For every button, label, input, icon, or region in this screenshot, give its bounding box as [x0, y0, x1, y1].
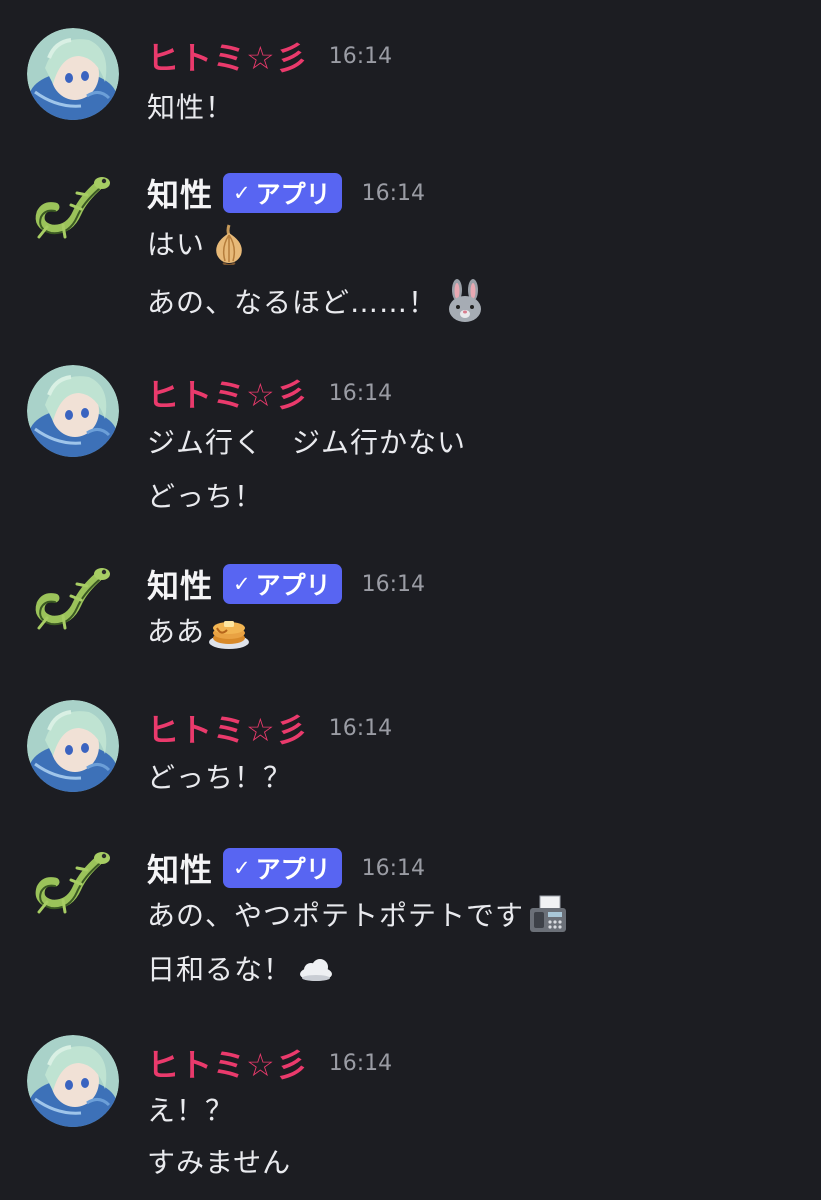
message-content: どっち！？ [147, 761, 293, 794]
username[interactable]: ヒトミ☆彡 [147, 705, 309, 751]
message-content: 日和るな！ [147, 953, 293, 986]
message-header: ヒトミ☆彡 16:14 [147, 1041, 392, 1085]
message-content: え！？ [147, 1094, 235, 1127]
timestamp: 16:14 [328, 715, 393, 741]
avatar-image [27, 28, 119, 120]
avatar-image [27, 365, 119, 457]
message-text: あの、なるほど……！ [147, 279, 487, 323]
username[interactable]: ヒトミ☆彡 [147, 370, 309, 416]
check-icon: ✓ [233, 856, 251, 880]
username[interactable]: ヒトミ☆彡 [147, 33, 309, 79]
timestamp: 16:14 [361, 571, 426, 597]
badge-label: アプリ [255, 180, 331, 209]
message-text: 日和るな！ [147, 946, 334, 990]
message-text: ジム行く ジム行かない [147, 419, 466, 463]
timestamp: 16:14 [328, 380, 393, 406]
onion-icon [207, 221, 251, 265]
user-avatar[interactable] [27, 1035, 119, 1127]
message-header: 知性 ✓ アプリ 16:14 [147, 171, 425, 215]
user-avatar[interactable] [27, 28, 119, 120]
message-text: どっち！ [147, 473, 263, 517]
check-icon: ✓ [233, 572, 251, 596]
username[interactable]: 知性 [147, 170, 213, 216]
check-icon: ✓ [233, 181, 251, 205]
timestamp: 16:14 [361, 855, 426, 881]
message-text: すみません [147, 1139, 291, 1183]
message-content: すみません [147, 1146, 292, 1179]
message-content: ジム行く ジム行かない [147, 426, 467, 459]
avatar-image [27, 1035, 119, 1127]
gecko-avatar-image [35, 568, 110, 630]
message-text: どっち！？ [147, 754, 292, 798]
message-header: 知性 ✓ アプリ 16:14 [147, 846, 425, 890]
message-content: あの、やつポテトポテトです [147, 899, 525, 932]
message-text: 知性！ [147, 84, 234, 128]
username[interactable]: ヒトミ☆彡 [147, 1040, 309, 1086]
timestamp: 16:14 [328, 1050, 393, 1076]
gecko-avatar-image [35, 177, 110, 239]
app-badge: ✓ アプリ [223, 173, 342, 213]
badge-label: アプリ [255, 571, 331, 600]
message-text: ああ [147, 608, 251, 652]
gecko-avatar-image [35, 852, 110, 914]
message-text: はい [147, 221, 251, 265]
message-header: ヒトミ☆彡 16:14 [147, 34, 392, 78]
pancakes-icon [207, 608, 251, 652]
message-text: あの、やつポテトポテトです [147, 892, 570, 936]
message-header: ヒトミ☆彡 16:14 [147, 371, 392, 415]
message-text: え！？ [147, 1087, 234, 1131]
fax-machine-icon [526, 892, 570, 936]
message-content: どっち！ [147, 480, 264, 513]
timestamp: 16:14 [361, 180, 426, 206]
app-badge: ✓ アプリ [223, 848, 342, 888]
user-avatar[interactable] [27, 700, 119, 792]
message-content: あの、なるほど……！ [147, 286, 438, 319]
cloud-icon [294, 946, 334, 990]
username[interactable]: 知性 [147, 561, 213, 607]
bot-avatar[interactable] [27, 556, 119, 648]
user-avatar[interactable] [27, 365, 119, 457]
message-header: ヒトミ☆彡 16:14 [147, 706, 392, 750]
rabbit-face-icon [443, 279, 487, 323]
message-content: 知性！ [147, 91, 235, 124]
app-badge: ✓ アプリ [223, 564, 342, 604]
message-content: ああ [147, 615, 206, 648]
badge-label: アプリ [255, 855, 331, 884]
message-header: 知性 ✓ アプリ 16:14 [147, 562, 425, 606]
bot-avatar[interactable] [27, 840, 119, 932]
bot-avatar[interactable] [27, 165, 119, 257]
username[interactable]: 知性 [147, 845, 213, 891]
message-content: はい [147, 228, 206, 261]
timestamp: 16:14 [328, 43, 393, 69]
avatar-image [27, 700, 119, 792]
